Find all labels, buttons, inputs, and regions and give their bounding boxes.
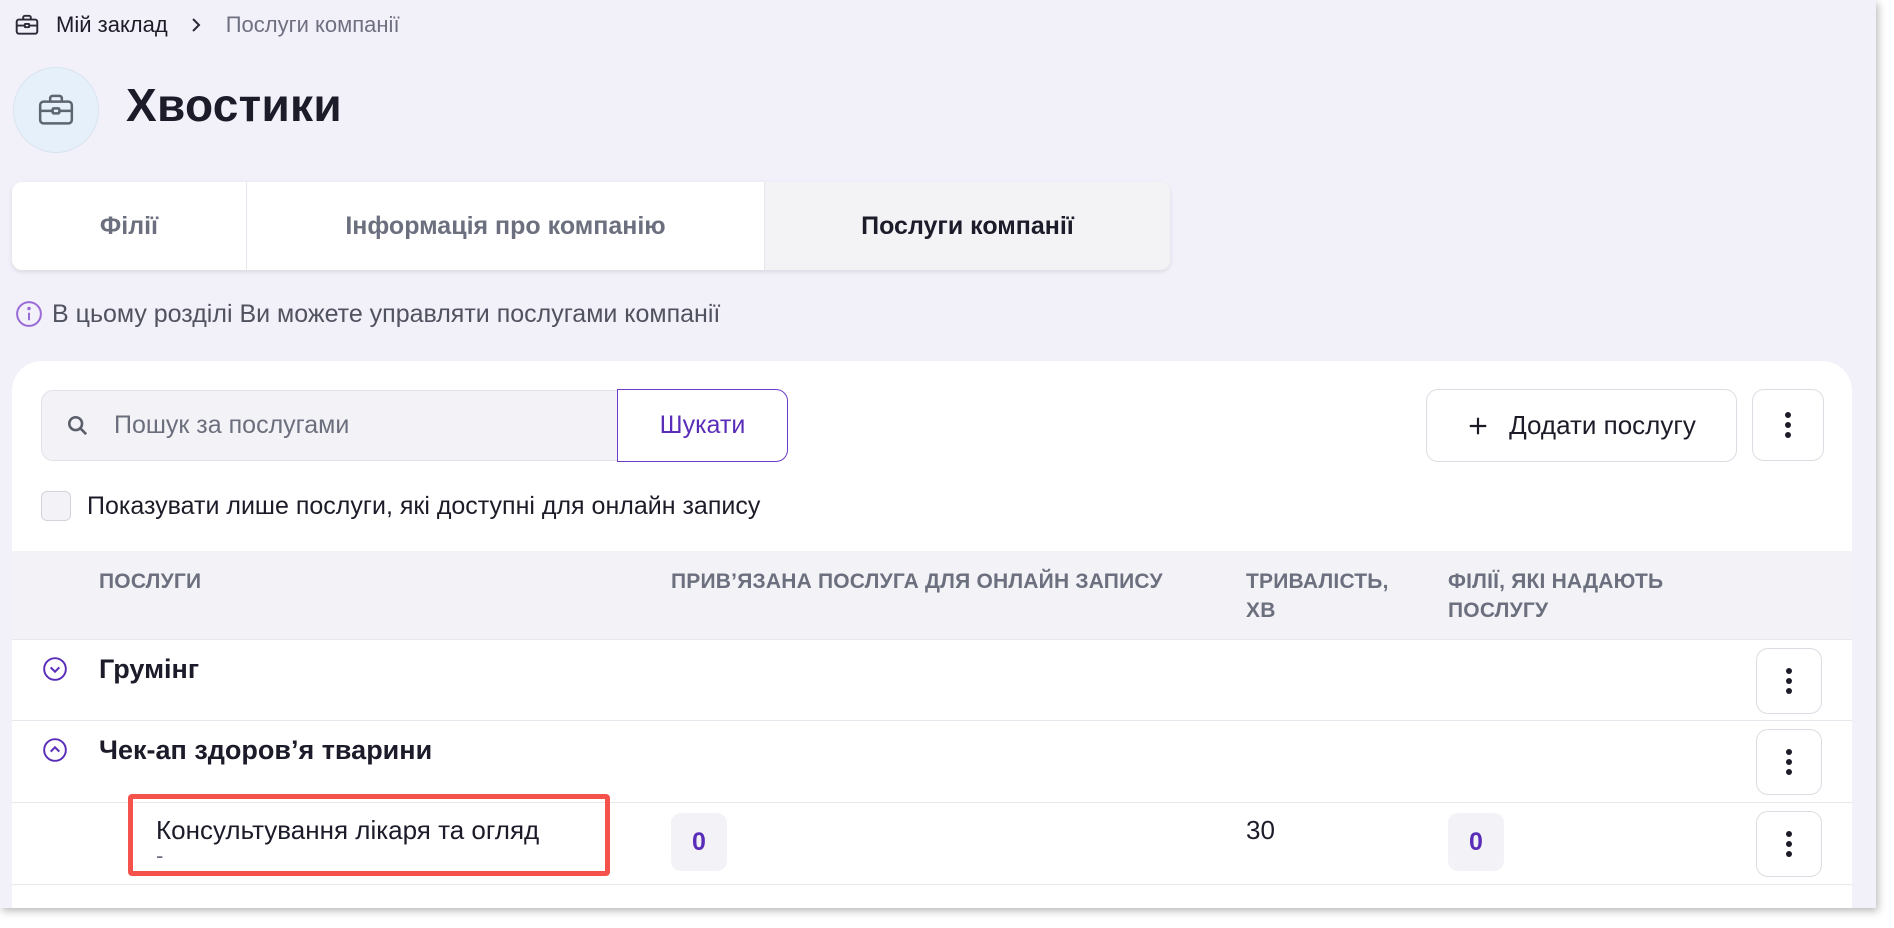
table-row: Чек-ап здоров’я тварини bbox=[12, 721, 1852, 803]
column-header-services: Послуги bbox=[99, 570, 202, 593]
briefcase-icon bbox=[36, 90, 76, 130]
more-vertical-icon bbox=[1786, 667, 1792, 695]
breadcrumb: Мій заклад Послуги компанії bbox=[14, 10, 400, 40]
search-button[interactable]: Шукати bbox=[617, 389, 788, 462]
chevron-up-circle-icon[interactable] bbox=[42, 737, 68, 763]
add-service-label: Додати послугу bbox=[1509, 410, 1696, 440]
linked-online-count[interactable]: 0 bbox=[671, 813, 727, 871]
row-more-button[interactable] bbox=[1756, 811, 1822, 877]
info-text: В цьому розділі Ви можете управляти посл… bbox=[52, 299, 721, 328]
plus-icon bbox=[1467, 415, 1489, 437]
services-card: Шукати Додати послугу Показувати лише по… bbox=[12, 361, 1852, 908]
branches-count[interactable]: 0 bbox=[1448, 813, 1504, 871]
more-vertical-icon bbox=[1785, 411, 1791, 439]
more-vertical-icon bbox=[1786, 748, 1792, 776]
page-title: Хвостики bbox=[126, 79, 342, 131]
service-duration: 30 bbox=[1246, 815, 1275, 845]
row-more-button[interactable] bbox=[1756, 648, 1822, 714]
chevron-right-icon bbox=[184, 13, 208, 37]
online-only-checkbox[interactable] bbox=[41, 491, 71, 521]
add-service-button[interactable]: Додати послугу bbox=[1426, 389, 1737, 462]
table-row: Грумінг bbox=[12, 639, 1852, 721]
search-icon bbox=[64, 412, 92, 440]
table-row[interactable]: Консультування лікаря та огляд - 0 30 0 bbox=[12, 794, 1852, 885]
more-options-button[interactable] bbox=[1752, 389, 1824, 461]
online-only-filter[interactable]: Показувати лише послуги, які доступні дл… bbox=[41, 491, 760, 521]
online-only-label: Показувати лише послуги, які доступні дл… bbox=[87, 491, 761, 520]
group-name: Грумінг bbox=[99, 654, 200, 684]
info-message: В цьому розділі Ви можете управляти посл… bbox=[14, 299, 720, 329]
column-header-duration: Тривалість, хв bbox=[1246, 570, 1389, 622]
column-header-linked-online: Прив’язана послуга для онлайн запису bbox=[671, 570, 1163, 593]
briefcase-icon bbox=[14, 12, 40, 38]
tab-company-services[interactable]: Послуги компанії bbox=[765, 182, 1170, 270]
chevron-down-circle-icon[interactable] bbox=[42, 656, 68, 682]
info-icon bbox=[14, 299, 44, 329]
app-frame: Мій заклад Послуги компанії Хвостики Філ… bbox=[0, 0, 1876, 908]
highlight-box bbox=[128, 794, 610, 876]
tab-branches[interactable]: Філії bbox=[12, 182, 247, 270]
search-box bbox=[41, 390, 620, 461]
breadcrumb-home-link[interactable]: Мій заклад bbox=[56, 12, 168, 38]
row-more-button[interactable] bbox=[1756, 729, 1822, 795]
table-header: Послуги Прив’язана послуга для онлайн за… bbox=[12, 551, 1852, 639]
column-header-branches: Філії, які надають послугу bbox=[1448, 570, 1664, 622]
group-name: Чек-ап здоров’я тварини bbox=[99, 735, 433, 765]
more-vertical-icon bbox=[1786, 830, 1792, 858]
search-input[interactable] bbox=[114, 411, 574, 440]
breadcrumb-current: Послуги компанії bbox=[225, 12, 400, 37]
tabs: Філії Інформація про компанію Послуги ко… bbox=[12, 182, 1170, 270]
company-avatar bbox=[13, 67, 99, 153]
tab-company-info[interactable]: Інформація про компанію bbox=[247, 182, 765, 270]
